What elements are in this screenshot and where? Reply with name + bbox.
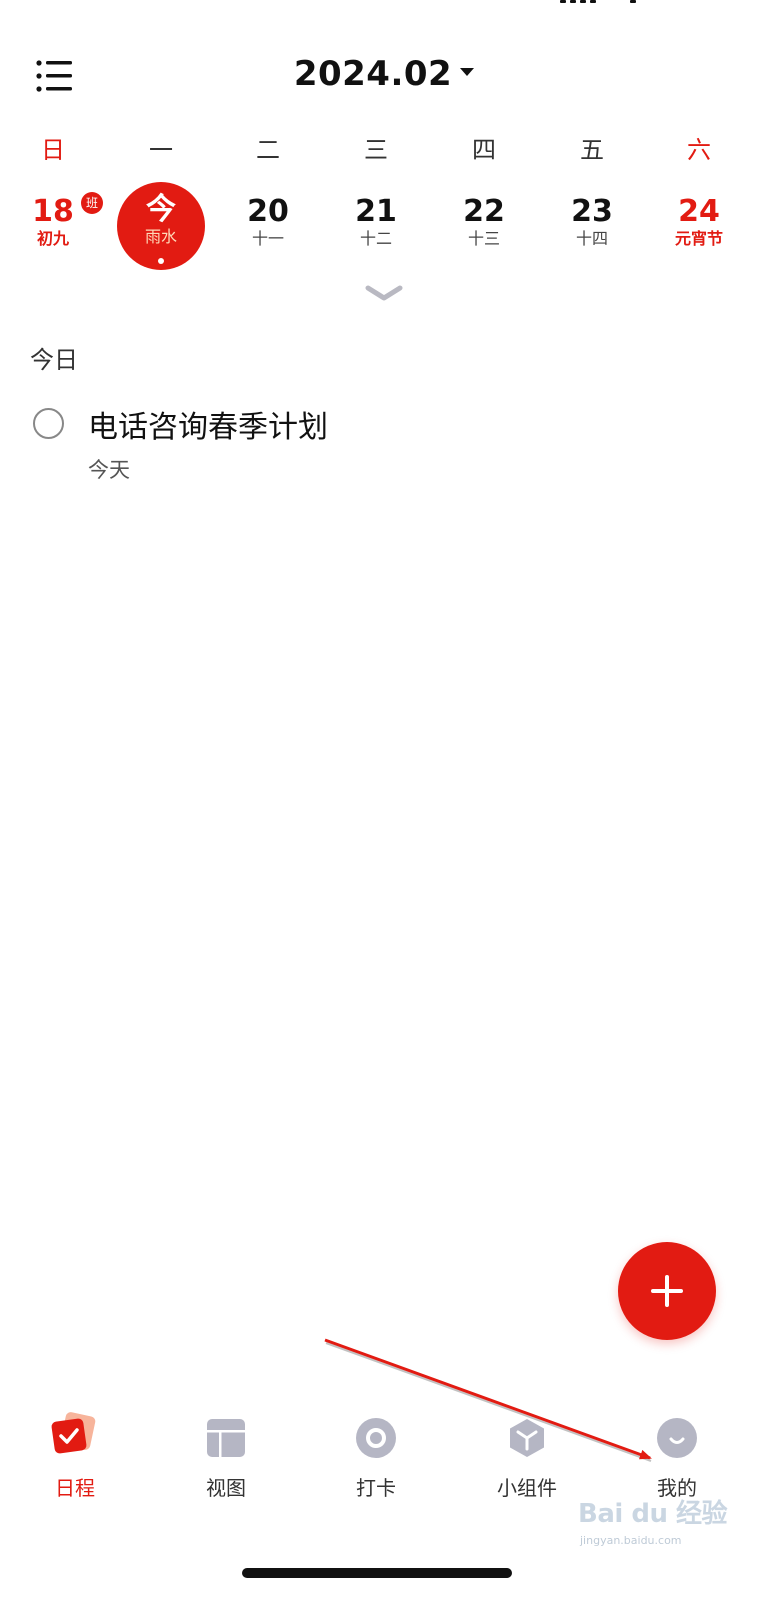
tab-label: 小组件 <box>497 1476 557 1500</box>
date-number: 今 <box>146 192 176 227</box>
month-selector[interactable]: 2024.02 <box>0 54 768 94</box>
watermark-url: jingyan.baidu.com <box>580 1534 682 1547</box>
lunar-date: 雨水 <box>144 227 177 246</box>
lunar-date: 十四 <box>575 229 608 248</box>
date-number: 24 <box>678 194 720 229</box>
caret-down-icon <box>460 67 475 76</box>
tab-label: 打卡 <box>356 1476 396 1500</box>
task-item[interactable]: 电话咨询春季计划 今天 <box>30 398 730 494</box>
widget-cube-icon <box>507 1418 547 1458</box>
date-number: 23 <box>571 194 613 229</box>
layout-view-icon <box>206 1418 246 1458</box>
plus-icon <box>651 1275 683 1307</box>
date-cell[interactable]: 18 初九 班 <box>8 182 103 272</box>
watermark-brand: Bai du 经验 <box>578 1499 728 1529</box>
week-date-strip: 18 初九 班 今 雨水 20 十一 21 十二 22 十三 23 十四 24 … <box>0 182 768 272</box>
section-title-today: 今日 <box>30 346 78 374</box>
date-cell[interactable]: 23 十四 <box>547 182 637 272</box>
weekday-wed: 三 <box>364 136 388 164</box>
task-checkbox[interactable] <box>33 408 64 439</box>
lunar-date: 元宵节 <box>674 229 723 248</box>
weekday-row: 日 一 二 三 四 五 六 <box>0 130 768 164</box>
check-in-ring-icon <box>356 1418 396 1458</box>
date-cell[interactable]: 24 元宵节 <box>654 182 744 272</box>
tab-view[interactable]: 视图 <box>166 1418 286 1510</box>
date-number: 22 <box>463 194 505 229</box>
task-date: 今天 <box>88 458 130 482</box>
baidu-jingyan-watermark: Bai du 经验 jingyan.baidu.com <box>578 1493 728 1573</box>
lunar-date: 十一 <box>251 229 284 248</box>
lunar-date: 十二 <box>359 229 392 248</box>
tab-widgets[interactable]: 小组件 <box>467 1418 587 1510</box>
weekday-sat: 六 <box>687 136 711 164</box>
lunar-date: 十三 <box>467 229 500 248</box>
lunar-date: 初九 <box>36 229 69 248</box>
weekday-tue: 二 <box>256 136 280 164</box>
date-number: 21 <box>355 194 397 229</box>
tab-schedule[interactable]: 日程 <box>15 1412 135 1510</box>
status-bar-fragment <box>560 0 640 4</box>
date-cell[interactable]: 21 十二 <box>331 182 421 272</box>
date-cell-today[interactable]: 今 雨水 <box>117 182 205 270</box>
tab-check-in[interactable]: 打卡 <box>316 1418 436 1510</box>
event-dot <box>158 258 164 264</box>
workday-badge: 班 <box>81 192 103 214</box>
expand-chevron-down-icon[interactable] <box>364 282 404 304</box>
profile-smile-icon <box>657 1418 697 1458</box>
weekday-mon: 一 <box>149 136 173 164</box>
tab-label: 日程 <box>55 1476 95 1500</box>
schedule-check-icon <box>51 1412 96 1458</box>
task-title: 电话咨询春季计划 <box>88 410 328 445</box>
add-task-button[interactable] <box>618 1242 716 1340</box>
tab-label: 视图 <box>206 1476 246 1500</box>
date-number: 20 <box>247 194 289 229</box>
calendar-header: 2024.02 <box>0 50 768 102</box>
weekday-thu: 四 <box>472 136 496 164</box>
date-cell[interactable]: 22 十三 <box>439 182 529 272</box>
month-title: 2024.02 <box>293 54 453 94</box>
date-cell[interactable]: 20 十一 <box>223 182 313 272</box>
weekday-fri: 五 <box>580 136 604 164</box>
home-indicator <box>242 1568 512 1578</box>
weekday-sun: 日 <box>41 136 65 164</box>
